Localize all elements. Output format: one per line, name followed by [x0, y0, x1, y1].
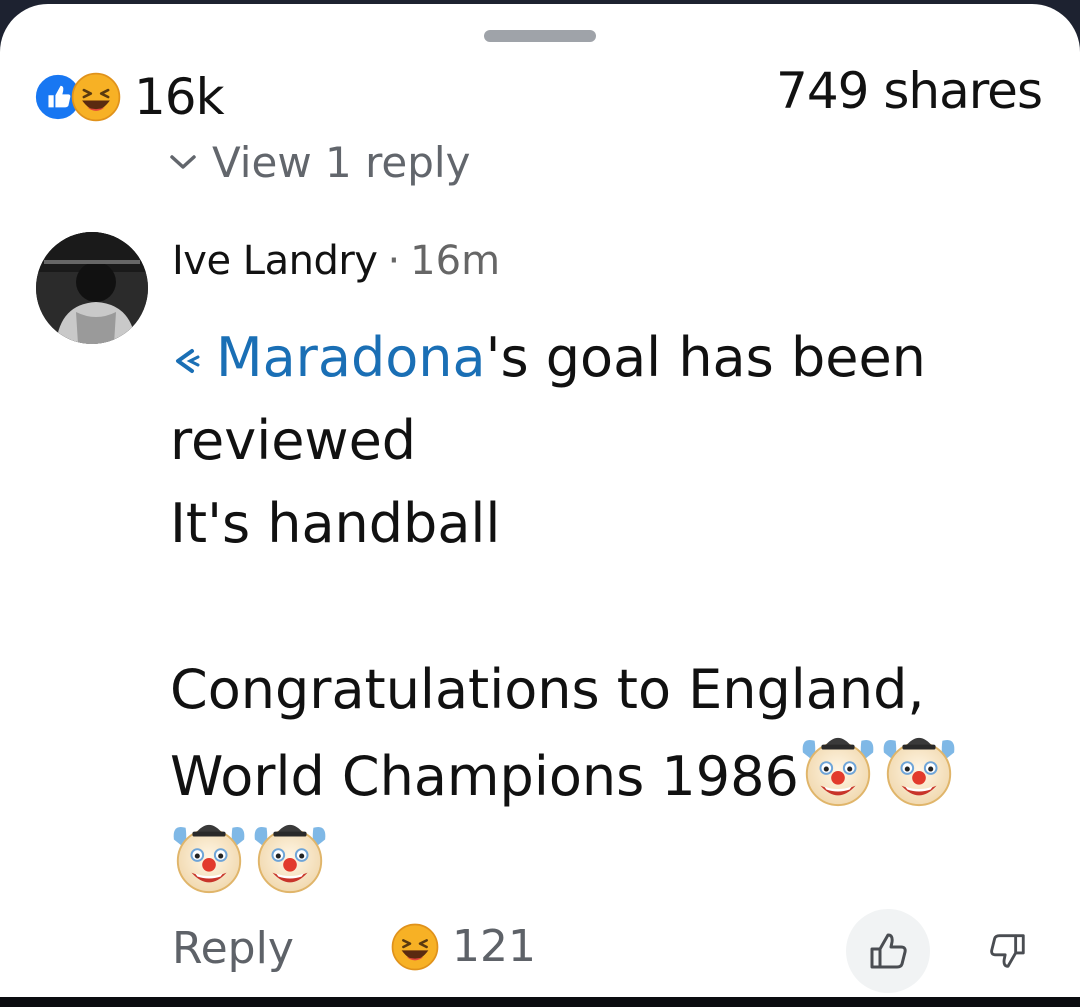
comment-actions: Reply 121: [0, 909, 1080, 997]
mention-link[interactable]: Maradona: [216, 326, 486, 389]
author-name[interactable]: Ive Landry: [172, 238, 378, 284]
comment-line-5: Congratulations to England,: [170, 658, 925, 721]
clown-face-icon: [251, 818, 329, 896]
clown-face-icon: [170, 818, 248, 896]
drag-handle[interactable]: [484, 30, 596, 42]
thumbs-down-icon: [990, 934, 1025, 968]
view-replies-label: View 1 reply: [212, 138, 471, 187]
comment-header: Ive Landry · 16m: [172, 238, 500, 284]
post-reactions[interactable]: 16k: [32, 62, 225, 132]
comments-sheet: 16k 749 shares View 1 reply Ive Landry ·…: [0, 4, 1080, 997]
reaction-count: 16k: [134, 68, 225, 126]
comment-reaction-count: 121: [452, 921, 536, 972]
comment-timestamp[interactable]: 16m: [410, 238, 500, 284]
mention-tag-icon: [176, 349, 200, 374]
haha-icon: [70, 71, 122, 123]
comment-text-6: World Champions 1986: [170, 745, 799, 808]
comment-blank-line: [170, 565, 1040, 648]
haha-icon: [390, 922, 440, 972]
clown-face-icon: [880, 731, 958, 809]
comment-line-7: [170, 818, 1040, 905]
chevron-down-icon: [170, 154, 196, 169]
share-count[interactable]: 749 shares: [776, 62, 1043, 120]
dislike-button[interactable]: [976, 919, 1040, 983]
like-button[interactable]: [846, 909, 930, 993]
view-replies-link[interactable]: View 1 reply: [168, 138, 470, 187]
thumbs-up-icon: [870, 933, 907, 969]
comment-line-2: reviewed: [170, 409, 417, 472]
comment-text-1: 's goal has been: [485, 326, 926, 389]
comment-line-3: It's handball: [170, 492, 501, 555]
comment-line-1: Maradona's goal has been: [170, 316, 1040, 399]
avatar[interactable]: [36, 232, 148, 344]
comment-body: Maradona's goal has been reviewed It's h…: [170, 316, 1040, 905]
separator: ·: [387, 238, 401, 284]
clown-face-icon: [799, 731, 877, 809]
bottom-edge: [0, 997, 1080, 1007]
comment-reactions[interactable]: 121: [390, 921, 536, 972]
reply-button[interactable]: Reply: [172, 923, 294, 974]
comment-line-6: World Champions 1986: [170, 731, 1040, 818]
